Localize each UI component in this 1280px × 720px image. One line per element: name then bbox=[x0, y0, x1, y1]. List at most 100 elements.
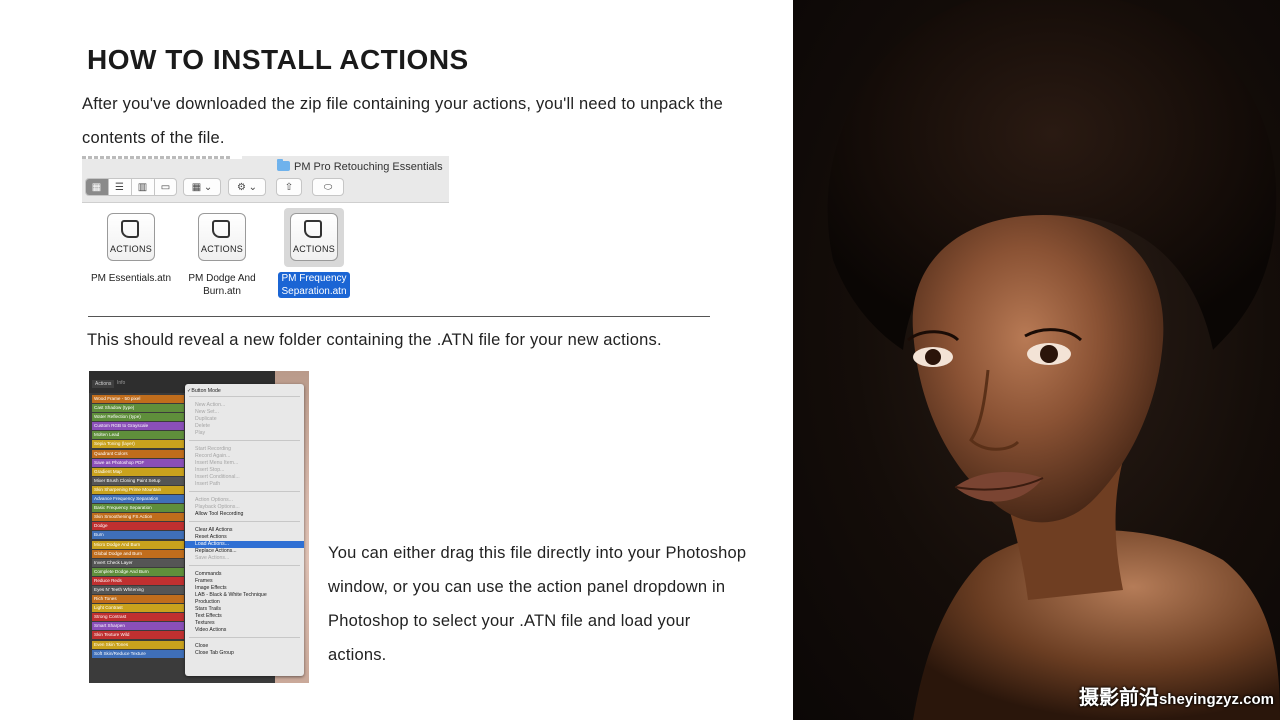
action-row[interactable]: Sepia Toning (layer) bbox=[92, 440, 184, 449]
action-row[interactable]: Even Skin Tones bbox=[92, 640, 184, 649]
menu-item-insert-path[interactable]: Insert Path bbox=[195, 481, 220, 487]
menu-item-record-again[interactable]: Record Again... bbox=[195, 453, 230, 459]
action-row[interactable]: Strong Contrast bbox=[92, 613, 184, 622]
file-name-selected: PM Frequency Separation.atn bbox=[278, 272, 350, 298]
action-row[interactable]: Light Contrast bbox=[92, 604, 184, 613]
menu-separator bbox=[189, 440, 300, 441]
file-item-pm-essentials[interactable]: ACTIONS PM Essentials.atn bbox=[85, 208, 177, 286]
menu-item-image-effects[interactable]: Image Effects bbox=[195, 585, 227, 591]
action-row[interactable]: Dodge bbox=[92, 522, 184, 531]
action-row[interactable]: Smart Sharpen bbox=[92, 622, 184, 631]
menu-item-frames[interactable]: Frames bbox=[195, 578, 213, 584]
file-name: PM Essentials.atn bbox=[90, 273, 172, 284]
instructions-paragraph: You can either drag this file directly i… bbox=[328, 544, 747, 664]
actions-file-icon: ACTIONS bbox=[107, 213, 155, 261]
reveal-paragraph: This should reveal a new folder containi… bbox=[87, 331, 662, 349]
action-row[interactable]: Gradient Map bbox=[92, 467, 184, 476]
tab-actions[interactable]: Actions bbox=[92, 380, 115, 388]
menu-item-play[interactable]: Play bbox=[195, 430, 205, 436]
list-view-icon[interactable]: ☰ bbox=[109, 179, 132, 195]
finder-window: PM Pro Retouching Essentials ▦ ☰ ▥ ▭ ▦ ⌄… bbox=[82, 156, 449, 301]
column-view-icon[interactable]: ▥ bbox=[132, 179, 155, 195]
view-mode-segmented-control[interactable]: ▦ ☰ ▥ ▭ bbox=[85, 178, 177, 196]
share-icon: ⇧ bbox=[284, 181, 294, 193]
menu-item-delete[interactable]: Delete bbox=[195, 423, 210, 429]
menu-item-close-tab-group[interactable]: Close Tab Group bbox=[195, 650, 234, 656]
menu-separator bbox=[189, 565, 300, 566]
portrait-illustration bbox=[827, 0, 1280, 720]
menu-item-stars-trails[interactable]: Stars Trails bbox=[195, 606, 221, 612]
tab-info[interactable]: Info bbox=[117, 380, 125, 386]
menu-separator bbox=[189, 521, 300, 522]
action-row[interactable]: Skin Texture Wild bbox=[92, 631, 184, 640]
menu-item-insert-menu-item[interactable]: Insert Menu Item... bbox=[195, 460, 238, 466]
group-button[interactable]: ▦ ⌄ bbox=[183, 178, 221, 196]
action-row[interactable]: Invert Check Layer bbox=[92, 558, 184, 567]
action-row[interactable]: Basic Frequency Separation bbox=[92, 504, 184, 513]
action-row[interactable]: Wood Frame - 50 pixel bbox=[92, 395, 184, 403]
menu-item-lab-black-white-technique[interactable]: LAB - Black & White Technique bbox=[195, 592, 267, 598]
menu-item-action-options[interactable]: Action Options... bbox=[195, 497, 233, 503]
gear-icon: ⚙ ⌄ bbox=[236, 181, 258, 193]
photoshop-actions-panel: Actions Info Wood Frame - 50 pixel Cast S… bbox=[89, 371, 309, 683]
action-row[interactable]: Complete Dodge And Burn bbox=[92, 567, 184, 576]
action-row[interactable]: Quadrant Colors bbox=[92, 449, 184, 458]
action-button[interactable]: ⚙ ⌄ bbox=[228, 178, 266, 196]
menu-item-replace-actions[interactable]: Replace Actions... bbox=[195, 548, 237, 554]
folder-icon bbox=[277, 159, 290, 171]
menu-item-clear-all-actions[interactable]: Clear All Actions bbox=[195, 527, 232, 533]
tag-button[interactable]: ⬭ bbox=[312, 178, 344, 196]
action-row[interactable]: Water Reflection (type) bbox=[92, 413, 184, 422]
menu-item-video-actions[interactable]: Video Actions bbox=[195, 627, 226, 633]
action-row[interactable]: Global Dodge and Burn bbox=[92, 549, 184, 558]
menu-item-load-actions[interactable]: Load Actions... bbox=[185, 541, 304, 548]
icon-view-icon[interactable]: ▦ bbox=[85, 179, 109, 195]
cropped-path-bar bbox=[82, 156, 242, 159]
menu-item-insert-stop[interactable]: Insert Stop... bbox=[195, 467, 224, 473]
group-icon: ▦ ⌄ bbox=[191, 181, 213, 193]
action-row[interactable]: Rich Tones bbox=[92, 595, 184, 604]
page-title: HOW TO INSTALL ACTIONS bbox=[87, 44, 469, 75]
menu-item-duplicate[interactable]: Duplicate bbox=[195, 416, 217, 422]
action-row[interactable]: Cast Shadow (type) bbox=[92, 404, 184, 413]
file-item-pm-dodge-and-burn[interactable]: ACTIONS PM Dodge And Burn.atn bbox=[176, 208, 268, 299]
action-row[interactable]: Custom RGB to Grayscale bbox=[92, 422, 184, 431]
menu-item-close[interactable]: Close bbox=[195, 643, 208, 649]
intro-paragraph: After you've downloaded the zip file con… bbox=[82, 95, 724, 147]
menu-item-textures[interactable]: Textures bbox=[195, 620, 215, 626]
action-row[interactable]: Burn bbox=[92, 531, 184, 540]
tag-icon: ⬭ bbox=[323, 181, 333, 193]
file-item-pm-frequency-separation[interactable]: ACTIONS PM Frequency Separation.atn bbox=[268, 208, 360, 299]
menu-item-save-actions[interactable]: Save Actions... bbox=[195, 555, 229, 561]
action-row[interactable]: Molten Lead bbox=[92, 431, 184, 440]
menu-item-start-recording[interactable]: Start Recording bbox=[195, 446, 231, 452]
menu-separator bbox=[189, 396, 300, 397]
menu-item-new-set[interactable]: New Set... bbox=[195, 409, 219, 415]
action-row[interactable]: Skin Smoothening FS Action bbox=[92, 513, 184, 522]
menu-item-commands[interactable]: Commands bbox=[195, 571, 222, 577]
action-row[interactable]: Reduce Reds bbox=[92, 576, 184, 585]
menu-item-insert-conditional[interactable]: Insert Conditional... bbox=[195, 474, 240, 480]
action-row[interactable]: Skin Sharpening Prime Mountain bbox=[92, 485, 184, 494]
gallery-view-icon[interactable]: ▭ bbox=[155, 179, 177, 195]
menu-item-playback-options[interactable]: Playback Options... bbox=[195, 504, 240, 510]
panel-flyout-menu: ✓Button Mode New Action... New Set... Dupli… bbox=[185, 384, 304, 676]
menu-item-reset-actions[interactable]: Reset Actions bbox=[195, 534, 227, 540]
share-button[interactable]: ⇧ bbox=[276, 178, 302, 196]
action-row[interactable]: Eyes N' Teeth Whitening bbox=[92, 585, 184, 594]
menu-item-button-mode[interactable]: ✓Button Mode bbox=[187, 388, 221, 394]
actions-file-icon: ACTIONS bbox=[198, 213, 246, 261]
menu-item-text-effects[interactable]: Text Effects bbox=[195, 613, 222, 619]
action-row[interactable]: Soft Skin/Reduce Texture bbox=[92, 649, 184, 658]
action-row[interactable]: Micro Dodge And Burn bbox=[92, 540, 184, 549]
menu-separator bbox=[189, 637, 300, 638]
action-row[interactable]: Save as Photoshop PDF bbox=[92, 458, 184, 467]
action-row[interactable]: Mixer Brush Cloning Paint Setup bbox=[92, 476, 184, 485]
menu-item-new-action[interactable]: New Action... bbox=[195, 402, 225, 408]
menu-separator bbox=[189, 491, 300, 492]
menu-item-production[interactable]: Production bbox=[195, 599, 220, 605]
action-list: Wood Frame - 50 pixel Cast Shadow (type) W… bbox=[92, 395, 184, 659]
file-name: PM Dodge And Burn.atn bbox=[188, 273, 256, 297]
menu-item-allow-tool-recording[interactable]: Allow Tool Recording bbox=[195, 511, 243, 517]
action-row[interactable]: Advance Frequency Separation bbox=[92, 495, 184, 504]
